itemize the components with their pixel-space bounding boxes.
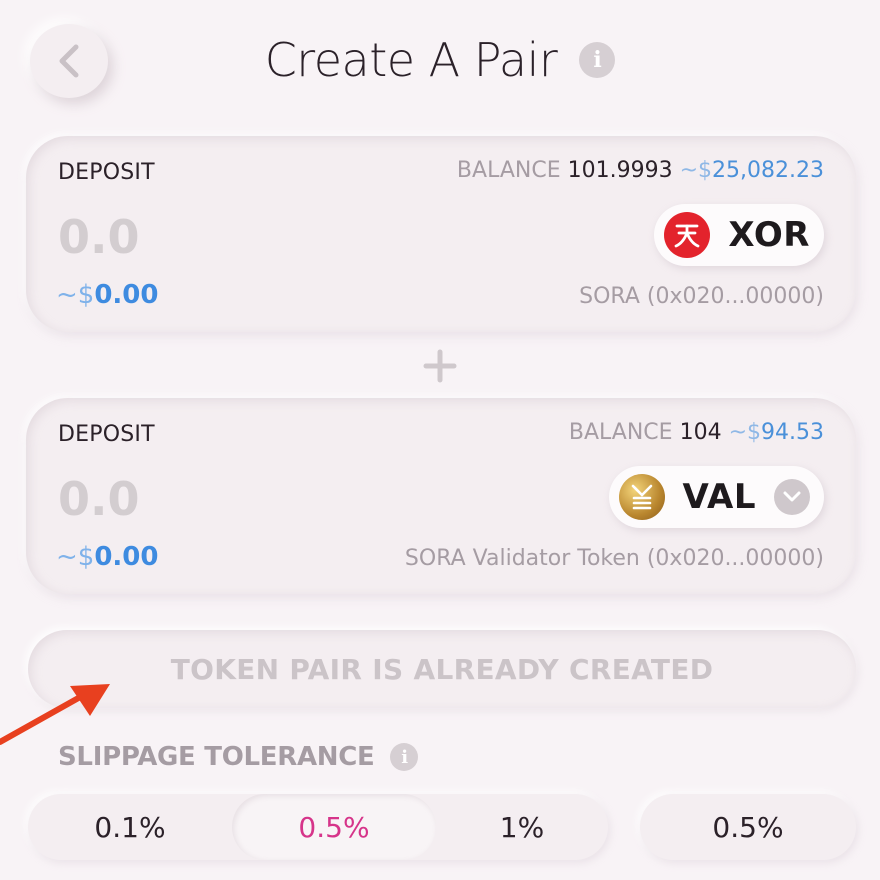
balance-fiat: 94.53	[761, 420, 824, 445]
deposit-card-second: DEPOSIT BALANCE 104 ~$94.53 0.0 ~$0.00 V…	[26, 398, 856, 594]
amount-input[interactable]: 0.0	[58, 472, 140, 526]
plus-icon	[423, 349, 457, 383]
fiat-amount: 0.00	[94, 280, 159, 310]
token-pair-status-button[interactable]: TOKEN PAIR IS ALREADY CREATED	[28, 630, 856, 708]
balance-info: BALANCE 104 ~$94.53	[569, 420, 824, 445]
fiat-prefix: ~$	[56, 542, 95, 572]
slippage-custom-input[interactable]: 0.5%	[640, 794, 856, 860]
info-icon[interactable]: i	[390, 743, 419, 771]
balance-fiat-prefix: ~$	[728, 420, 762, 445]
slippage-option-1[interactable]: 1%	[436, 794, 608, 860]
amount-input[interactable]: 0.0	[58, 210, 140, 264]
balance-label: BALANCE	[568, 420, 673, 445]
slippage-option-0-5[interactable]: 0.5%	[232, 794, 436, 860]
fiat-value: ~$0.00	[56, 280, 158, 310]
token-select-val[interactable]: VAL	[608, 466, 824, 528]
slippage-options: 0.1% 0.5% 1%	[28, 794, 608, 860]
balance-info: BALANCE 101.9993 ~$25,082.23	[457, 158, 824, 183]
token-select-xor[interactable]: XOR	[654, 204, 824, 266]
fiat-prefix: ~$	[56, 280, 95, 310]
balance-label: BALANCE	[456, 158, 561, 183]
xor-logo-icon	[664, 212, 711, 258]
fiat-value: ~$0.00	[56, 542, 158, 572]
slippage-label: SLIPPAGE TOLERANCE	[58, 742, 375, 772]
slippage-option-0-1[interactable]: 0.1%	[28, 794, 232, 860]
deposit-card-first: DEPOSIT BALANCE 101.9993 ~$25,082.23 0.0…	[26, 136, 856, 332]
token-name: SORA (0x020...00000)	[579, 284, 824, 309]
balance-value: 101.9993	[567, 158, 673, 183]
deposit-label: DEPOSIT	[58, 160, 155, 185]
chevron-down-icon[interactable]	[774, 479, 810, 515]
balance-fiat-prefix: ~$	[679, 158, 713, 183]
info-icon[interactable]: i	[579, 42, 616, 78]
token-name: SORA Validator Token (0x020...00000)	[404, 546, 824, 571]
balance-fiat: 25,082.23	[712, 158, 824, 183]
slippage-header: SLIPPAGE TOLERANCE i	[58, 742, 419, 772]
token-symbol: VAL	[682, 477, 756, 517]
fiat-amount: 0.00	[94, 542, 159, 572]
balance-value: 104	[679, 420, 722, 445]
token-symbol: XOR	[728, 215, 810, 255]
deposit-label: DEPOSIT	[58, 422, 155, 447]
val-logo-icon	[618, 474, 665, 520]
page-title: Create A Pair	[264, 33, 558, 87]
page-header: Create A Pair i	[0, 30, 880, 90]
